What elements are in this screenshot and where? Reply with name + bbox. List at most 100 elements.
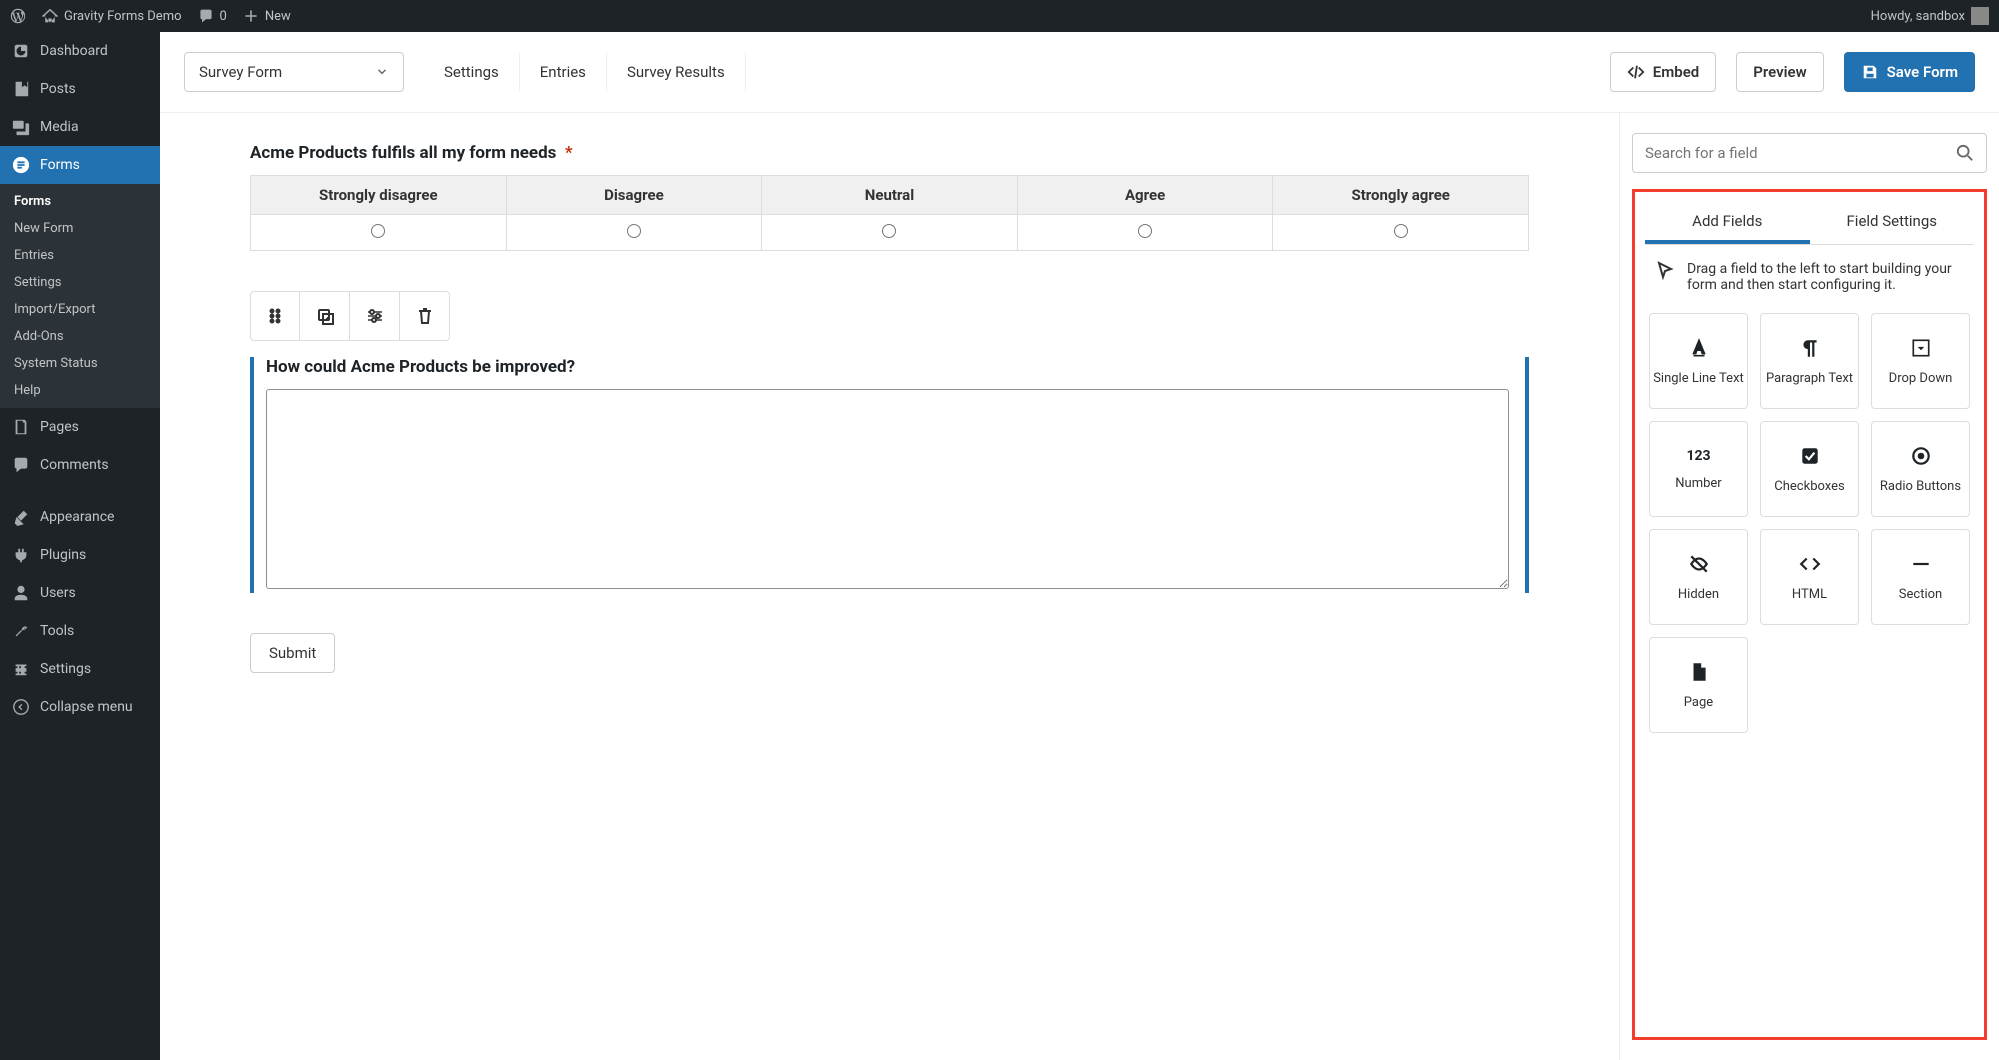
menu-dashboard[interactable]: Dashboard	[0, 32, 160, 70]
tab-entries[interactable]: Entries	[520, 53, 607, 91]
search-icon	[1956, 144, 1974, 162]
menu-tools[interactable]: Tools	[0, 612, 160, 650]
form-editor: Acme Products fulfils all my form needs …	[160, 113, 1619, 1060]
comments-link[interactable]: 0	[198, 8, 227, 24]
form-toolbar: Survey Form Settings Entries Survey Resu…	[160, 32, 1999, 113]
save-icon	[1861, 63, 1879, 81]
site-name-text: Gravity Forms Demo	[64, 9, 182, 24]
likert-radio[interactable]	[371, 224, 385, 238]
duplicate-button[interactable]	[300, 291, 350, 341]
field-html[interactable]: HTML	[1760, 529, 1859, 625]
likert-header: Disagree	[506, 176, 762, 215]
drag-icon	[265, 306, 285, 326]
field-drop-down[interactable]: Drop Down	[1871, 313, 1970, 409]
menu-users[interactable]: Users	[0, 574, 160, 612]
likert-header: Strongly disagree	[251, 176, 507, 215]
radio-icon	[1910, 445, 1932, 467]
tab-survey-results[interactable]: Survey Results	[607, 53, 746, 91]
menu-posts[interactable]: Posts	[0, 70, 160, 108]
new-text: New	[265, 9, 291, 24]
preview-button[interactable]: Preview	[1736, 52, 1823, 92]
section-icon	[1910, 553, 1932, 575]
likert-radio[interactable]	[1138, 224, 1152, 238]
avatar	[1971, 7, 1989, 25]
submenu-system-status[interactable]: System Status	[0, 350, 160, 377]
field-toolbar	[250, 291, 1529, 341]
cursor-icon	[1655, 261, 1675, 281]
field-page[interactable]: Page	[1649, 637, 1748, 733]
submenu-addons[interactable]: Add-Ons	[0, 323, 160, 350]
sliders-icon	[365, 306, 385, 326]
drag-hint: Drag a field to the left to start buildi…	[1645, 245, 1974, 309]
menu-settings[interactable]: Settings	[0, 650, 160, 688]
howdy-text: Howdy, sandbox	[1871, 9, 1965, 24]
field-single-line-text[interactable]: Single Line Text	[1649, 313, 1748, 409]
paragraph-textarea[interactable]	[266, 389, 1509, 589]
paragraph-icon	[1799, 337, 1821, 359]
submenu-forms: Forms New Form Entries Settings Import/E…	[0, 184, 160, 408]
form-name: Survey Form	[199, 63, 282, 81]
number-icon: 123	[1686, 448, 1710, 464]
hidden-icon	[1688, 553, 1710, 575]
comments-count: 0	[220, 9, 227, 24]
field-search[interactable]	[1632, 133, 1987, 173]
active-field[interactable]: How could Acme Products be improved?	[250, 357, 1529, 593]
field-hidden[interactable]: Hidden	[1649, 529, 1748, 625]
likert-table: Strongly disagree Disagree Neutral Agree…	[250, 175, 1529, 251]
howdy[interactable]: Howdy, sandbox	[1871, 7, 1989, 25]
tab-add-fields[interactable]: Add Fields	[1645, 202, 1810, 244]
html-icon	[1799, 553, 1821, 575]
field-checkboxes[interactable]: Checkboxes	[1760, 421, 1859, 517]
likert-radio[interactable]	[627, 224, 641, 238]
fields-panel-highlight: Add Fields Field Settings Drag a field t…	[1632, 189, 1987, 1040]
duplicate-icon	[315, 306, 335, 326]
menu-pages[interactable]: Pages	[0, 408, 160, 446]
q1-label: Acme Products fulfils all my form needs …	[250, 143, 1529, 163]
menu-forms[interactable]: Forms	[0, 146, 160, 184]
likert-header: Agree	[1017, 176, 1273, 215]
submenu-entries[interactable]: Entries	[0, 242, 160, 269]
likert-radio[interactable]	[1394, 224, 1408, 238]
menu-appearance[interactable]: Appearance	[0, 498, 160, 536]
right-panel: Add Fields Field Settings Drag a field t…	[1619, 113, 1999, 1060]
new-link[interactable]: New	[243, 8, 291, 24]
likert-header: Neutral	[762, 176, 1018, 215]
dropdown-icon	[1910, 337, 1932, 359]
menu-plugins[interactable]: Plugins	[0, 536, 160, 574]
text-icon	[1688, 337, 1710, 359]
form-switcher[interactable]: Survey Form	[184, 52, 404, 92]
delete-button[interactable]	[400, 291, 450, 341]
page-icon	[1688, 661, 1710, 683]
submenu-import-export[interactable]: Import/Export	[0, 296, 160, 323]
admin-bar: Gravity Forms Demo 0 New Howdy, sandbox	[0, 0, 1999, 32]
submenu-new-form[interactable]: New Form	[0, 215, 160, 242]
field-section[interactable]: Section	[1871, 529, 1970, 625]
q2-label: How could Acme Products be improved?	[266, 357, 1509, 377]
field-paragraph-text[interactable]: Paragraph Text	[1760, 313, 1859, 409]
search-input[interactable]	[1645, 144, 1956, 162]
site-name[interactable]: Gravity Forms Demo	[42, 8, 182, 24]
field-radio-buttons[interactable]: Radio Buttons	[1871, 421, 1970, 517]
field-number[interactable]: 123Number	[1649, 421, 1748, 517]
save-form-button[interactable]: Save Form	[1844, 52, 1975, 92]
menu-collapse[interactable]: Collapse menu	[0, 688, 160, 726]
submenu-forms-forms[interactable]: Forms	[0, 188, 160, 215]
likert-radio[interactable]	[882, 224, 896, 238]
submit-button[interactable]: Submit	[250, 633, 335, 673]
likert-header: Strongly agree	[1273, 176, 1529, 215]
submenu-settings[interactable]: Settings	[0, 269, 160, 296]
admin-sidebar: Dashboard Posts Media Forms Forms New Fo…	[0, 32, 160, 1060]
drag-handle[interactable]	[250, 291, 300, 341]
embed-button[interactable]: Embed	[1610, 52, 1716, 92]
menu-comments[interactable]: Comments	[0, 446, 160, 484]
settings-button[interactable]	[350, 291, 400, 341]
checkbox-icon	[1799, 445, 1821, 467]
chevron-down-icon	[375, 65, 389, 79]
embed-icon	[1627, 63, 1645, 81]
trash-icon	[415, 306, 435, 326]
menu-media[interactable]: Media	[0, 108, 160, 146]
tab-field-settings[interactable]: Field Settings	[1810, 202, 1975, 244]
wp-logo[interactable]	[10, 8, 26, 24]
tab-settings[interactable]: Settings	[424, 53, 520, 91]
submenu-help[interactable]: Help	[0, 377, 160, 404]
